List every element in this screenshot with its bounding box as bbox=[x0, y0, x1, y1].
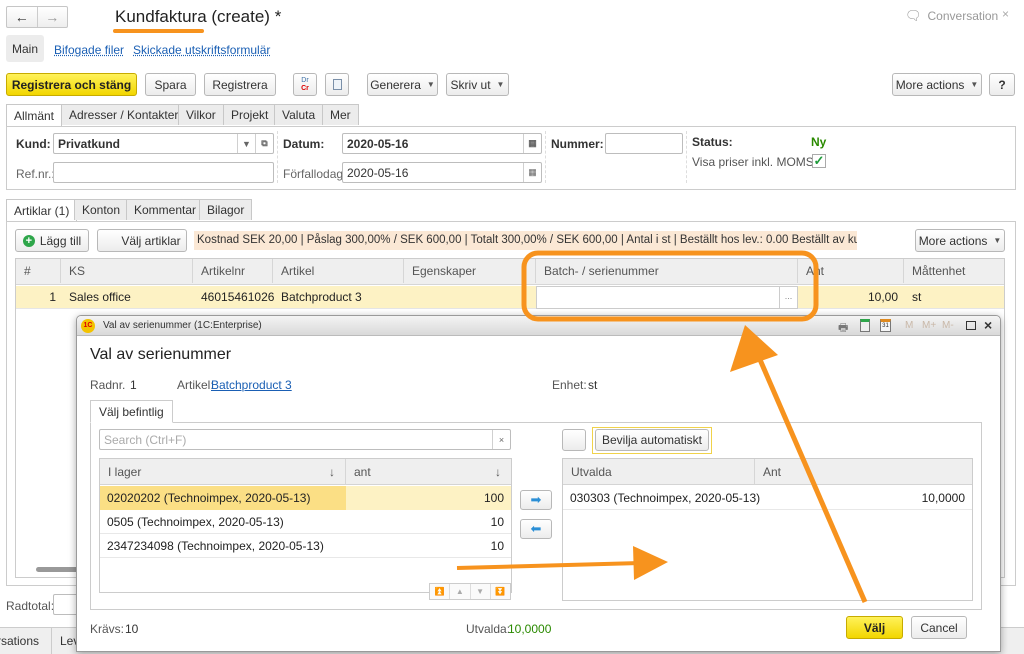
arrow-annotation-line bbox=[755, 354, 868, 603]
arrow-annotation-head bbox=[633, 546, 668, 580]
annotation-layer bbox=[456, 250, 868, 603]
tab-valj-befintlig[interactable]: Välj befintlig bbox=[90, 400, 173, 423]
batch-highlight-annotation bbox=[521, 250, 819, 322]
arrow-annotation-line bbox=[456, 561, 641, 570]
arrow-annotation-head bbox=[730, 325, 778, 372]
